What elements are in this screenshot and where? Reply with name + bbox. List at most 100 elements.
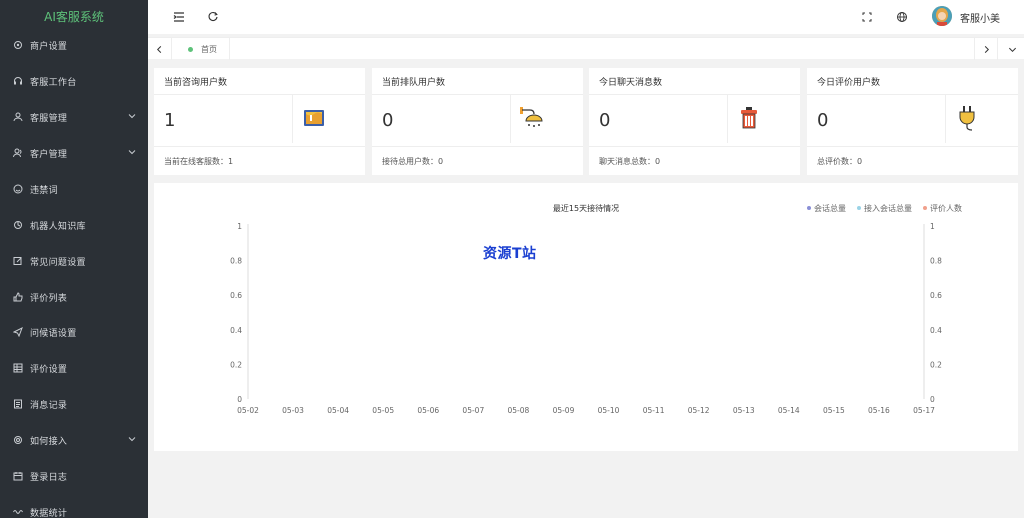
card-value: 0 [817, 110, 829, 131]
y-tick-label-right: 0.6 [930, 291, 942, 300]
username[interactable]: 客服小美 [960, 10, 1000, 25]
refresh-icon[interactable] [206, 10, 220, 24]
tab-home[interactable]: 首页 [176, 38, 230, 60]
chevron-down-icon [128, 150, 136, 155]
x-tick-label: 05-17 [913, 406, 935, 415]
chevron-left-icon [156, 45, 162, 53]
stat-card-reviews: 今日评价用户数 0 总评价数：0 [807, 68, 1018, 175]
x-tick-label: 05-16 [868, 406, 890, 415]
x-tick-label: 05-09 [553, 406, 575, 415]
gear-icon [12, 39, 24, 51]
y-tick-label-right: 0.8 [930, 257, 942, 266]
chart-title: 最近15天接待情况 [553, 203, 619, 213]
sidebar-item-2[interactable]: 客服管理 [0, 102, 148, 132]
card-value: 0 [599, 110, 611, 131]
trash-icon [741, 107, 757, 129]
card-footer: 聊天消息总数：0 [599, 157, 661, 166]
card-value: 0 [382, 110, 394, 131]
y-tick-label-right: 1 [930, 222, 935, 231]
wave-icon [12, 506, 24, 518]
watermark: 资源T站 [483, 246, 537, 262]
y-tick-label-right: 0.2 [930, 360, 942, 369]
headset-icon [12, 75, 24, 87]
y-tick-label-left: 0.4 [230, 326, 242, 335]
sidebar-item-label: 评价列表 [30, 293, 68, 304]
sidebar-item-1[interactable]: 客服工作台 [0, 66, 148, 96]
send-icon [12, 326, 24, 338]
menu-fold-icon[interactable] [172, 10, 186, 24]
chevron-right-icon [984, 45, 989, 53]
y-tick-label-left: 0.2 [230, 360, 242, 369]
robot-icon [12, 219, 24, 231]
legend-label: 评价人数 [930, 203, 962, 213]
avatar[interactable] [932, 6, 952, 26]
x-tick-label: 05-10 [598, 406, 620, 415]
x-tick-label: 05-12 [688, 406, 710, 415]
stat-card-queue: 当前排队用户数 0 接待总用户数：0 [372, 68, 583, 175]
active-dot [188, 46, 193, 52]
sidebar-item-label: 评价设置 [30, 364, 68, 375]
sidebar-item-13[interactable]: 数据统计 [0, 497, 148, 518]
sidebar-item-label: 消息记录 [30, 400, 68, 411]
sidebar-item-5[interactable]: 机器人知识库 [0, 210, 148, 240]
card-title: 当前咨询用户数 [164, 78, 228, 88]
y-tick-label-left: 0 [237, 395, 242, 404]
sidebar-item-label: 问候语设置 [30, 328, 77, 339]
chevron-down-icon [128, 437, 136, 442]
chevron-down-icon [128, 114, 136, 119]
sidebar-item-label: 如何接入 [30, 436, 68, 447]
settings-icon [12, 434, 24, 446]
tab-prev-button[interactable] [148, 38, 172, 60]
y-tick-label-left: 0.8 [230, 257, 242, 266]
sidebar-item-7[interactable]: 评价列表 [0, 282, 148, 312]
legend-label: 会话总量 [814, 203, 846, 213]
x-tick-label: 05-02 [237, 406, 259, 415]
x-tick-label: 05-04 [327, 406, 349, 415]
x-tick-label: 05-14 [778, 406, 800, 415]
sidebar-item-10[interactable]: 消息记录 [0, 389, 148, 419]
sidebar-item-9[interactable]: 评价设置 [0, 353, 148, 383]
x-tick-label: 05-07 [462, 406, 484, 415]
sidebar-item-6[interactable]: 常见问题设置 [0, 246, 148, 276]
x-tick-label: 05-03 [282, 406, 304, 415]
card-title: 今日聊天消息数 [599, 78, 663, 88]
sidebar-item-label: 常见问题设置 [30, 257, 86, 268]
shower-icon [520, 107, 543, 127]
sidebar-item-3[interactable]: 客户管理 [0, 138, 148, 168]
sidebar-item-12[interactable]: 登录日志 [0, 461, 148, 491]
top-header: 客服小美 [148, 0, 1024, 34]
fullscreen-icon[interactable] [860, 10, 874, 24]
y-tick-label-left: 1 [237, 222, 242, 231]
globe-icon[interactable] [895, 10, 909, 24]
app-title: AI客服系统 [44, 10, 104, 24]
card-value: 1 [164, 110, 176, 131]
card-footer: 当前在线客服数：1 [164, 157, 234, 166]
sidebar-item-label: 机器人知识库 [30, 221, 86, 232]
y-tick-label-right: 0.4 [930, 326, 942, 335]
paint-bucket-icon [304, 110, 324, 126]
stat-card-consulting: 当前咨询用户数 1 当前在线客服数：1 [154, 68, 365, 175]
card-footer: 总评价数：0 [817, 157, 863, 166]
x-tick-label: 05-15 [823, 406, 845, 415]
stat-card-messages: 今日聊天消息数 0 聊天消息总数：0 [589, 68, 800, 175]
sidebar-item-label: 客服管理 [30, 113, 68, 124]
sidebar-item-label: 登录日志 [30, 472, 68, 483]
tab-home-label: 首页 [201, 44, 217, 54]
card-title: 今日评价用户数 [817, 78, 881, 88]
thumb-up-icon [12, 291, 24, 303]
sidebar-item-8[interactable]: 问候语设置 [0, 317, 148, 347]
x-tick-label: 05-08 [508, 406, 530, 415]
chevron-down-icon [1008, 47, 1016, 52]
sidebar-item-4[interactable]: 违禁词 [0, 174, 148, 204]
grid-icon [12, 362, 24, 374]
sidebar-item-label: 数据统计 [30, 508, 68, 518]
legend-label: 接入会话总量 [864, 203, 912, 213]
sidebar-item-0[interactable]: 商户设置 [0, 30, 148, 60]
sidebar-item-label: 客服工作台 [30, 77, 77, 88]
calendar-icon [12, 470, 24, 482]
sidebar-item-11[interactable]: 如何接入 [0, 425, 148, 455]
legend-marker [923, 206, 927, 210]
sidebar-item-label: 商户设置 [30, 41, 68, 52]
tab-next-button[interactable] [974, 38, 998, 60]
tab-menu-button[interactable] [1000, 38, 1024, 60]
